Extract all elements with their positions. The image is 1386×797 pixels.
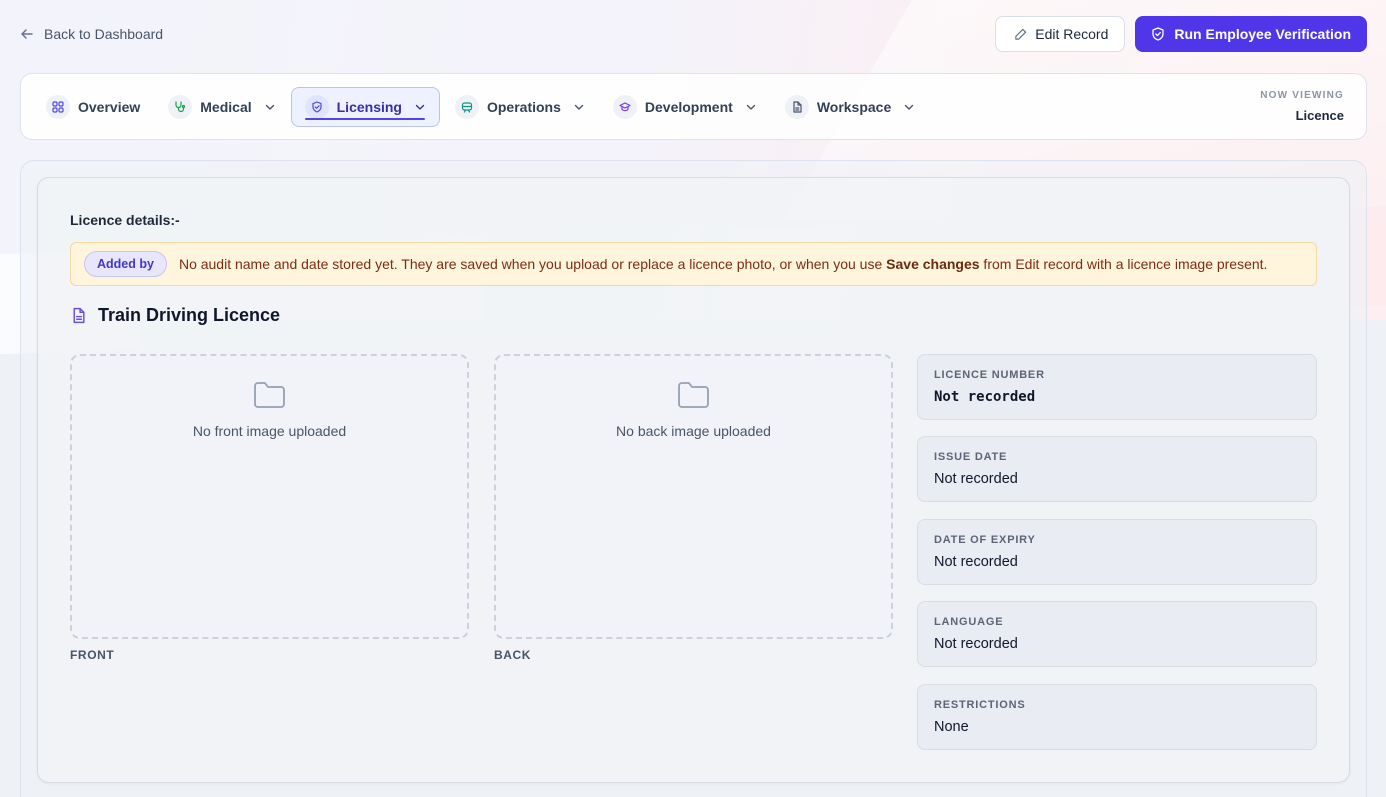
folder-icon	[677, 382, 709, 408]
field-value: Not recorded	[934, 554, 1018, 570]
chevron-down-icon	[415, 104, 425, 110]
audit-notice: Added by No audit name and date stored y…	[70, 242, 1317, 286]
tab-operations-label: Operations	[486, 98, 561, 115]
tab-medical-label: Medical	[200, 98, 252, 115]
issue-date-field: ISSUE DATE Not recorded	[917, 436, 1317, 502]
notice-text-part: No audit name and date stored yet. They …	[178, 256, 887, 272]
licence-section-title: Licence details:-	[70, 212, 180, 228]
tab-overview[interactable]: Overview	[46, 87, 140, 127]
field-label: RESTRICTIONS	[934, 699, 1026, 711]
now-viewing-value: Licence	[1295, 108, 1344, 123]
document-icon	[784, 94, 809, 119]
tab-overview-label: Overview	[78, 98, 141, 115]
chevron-down-icon	[746, 104, 756, 110]
tab-licensing[interactable]: Licensing	[290, 86, 440, 127]
field-label: ISSUE DATE	[934, 451, 1008, 463]
tab-workspace[interactable]: Workspace	[784, 87, 915, 127]
back-image-upload[interactable]: No back image uploaded	[494, 354, 893, 639]
run-verification-label: Run Employee Verification	[1174, 26, 1351, 42]
document-icon	[73, 307, 85, 324]
restrictions-field: RESTRICTIONS None	[917, 684, 1317, 750]
tab-operations[interactable]: Operations	[454, 87, 585, 127]
folder-icon	[253, 382, 285, 408]
notice-text-part: from Edit record with a licence image pr…	[979, 256, 1268, 272]
shield-check-icon	[1152, 27, 1165, 41]
active-tab-indicator	[304, 117, 425, 120]
tab-workspace-label: Workspace	[816, 98, 892, 115]
grid-icon	[46, 94, 70, 119]
added-by-badge: Added by	[84, 251, 167, 277]
now-viewing-label: NOW VIEWING	[1260, 90, 1344, 101]
audit-notice-text: No audit name and date stored yet. They …	[179, 256, 1268, 272]
licence-title: Train Driving Licence	[70, 305, 280, 326]
tab-development[interactable]: Development	[612, 87, 757, 127]
field-value: Not recorded	[934, 389, 1036, 405]
section-nav: Overview Medical Licensing Operations De…	[20, 73, 1367, 140]
shield-icon	[304, 94, 329, 119]
stethoscope-icon	[168, 94, 193, 119]
field-value: None	[934, 719, 969, 735]
arrow-left-icon	[21, 29, 33, 39]
field-label: LANGUAGE	[934, 616, 1004, 628]
train-icon	[454, 94, 479, 119]
back-image-placeholder: No back image uploaded	[616, 423, 771, 439]
page: Back to Dashboard Edit Record Run Employ…	[0, 0, 1386, 797]
front-image-upload[interactable]: No front image uploaded	[70, 354, 469, 639]
run-employee-verification-button[interactable]: Run Employee Verification	[1135, 16, 1367, 52]
now-viewing-indicator: NOW VIEWING Licence	[1260, 90, 1344, 123]
tab-licensing-label: Licensing	[336, 98, 402, 115]
edit-record-button[interactable]: Edit Record	[995, 16, 1126, 52]
licence-number-field: LICENCE NUMBER Not recorded	[917, 354, 1317, 420]
field-label: DATE OF EXPIRY	[934, 534, 1036, 546]
back-label: BACK	[494, 648, 532, 662]
back-link-label: Back to Dashboard	[44, 26, 164, 42]
front-image-placeholder: No front image uploaded	[192, 423, 347, 439]
licence-title-text: Train Driving Licence	[98, 305, 281, 325]
tab-medical[interactable]: Medical	[168, 87, 275, 127]
field-value: Not recorded	[934, 636, 1018, 652]
chevron-down-icon	[265, 104, 274, 110]
language-field: LANGUAGE Not recorded	[917, 601, 1317, 667]
field-label: LICENCE NUMBER	[934, 369, 1045, 381]
front-label: FRONT	[70, 648, 115, 662]
graduation-cap-icon	[612, 94, 637, 119]
date-of-expiry-field: DATE OF EXPIRY Not recorded	[917, 519, 1317, 585]
header-actions: Edit Record Run Employee Verification	[995, 16, 1367, 52]
chevron-down-icon	[905, 104, 914, 110]
field-value: Not recorded	[934, 471, 1018, 487]
pencil-icon	[1015, 28, 1027, 40]
edit-record-label: Edit Record	[1035, 26, 1109, 42]
chevron-down-icon	[574, 104, 584, 110]
tab-development-label: Development	[644, 98, 733, 115]
back-to-dashboard-link[interactable]: Back to Dashboard	[20, 24, 163, 44]
save-changes-emphasis: Save changes	[886, 256, 980, 272]
